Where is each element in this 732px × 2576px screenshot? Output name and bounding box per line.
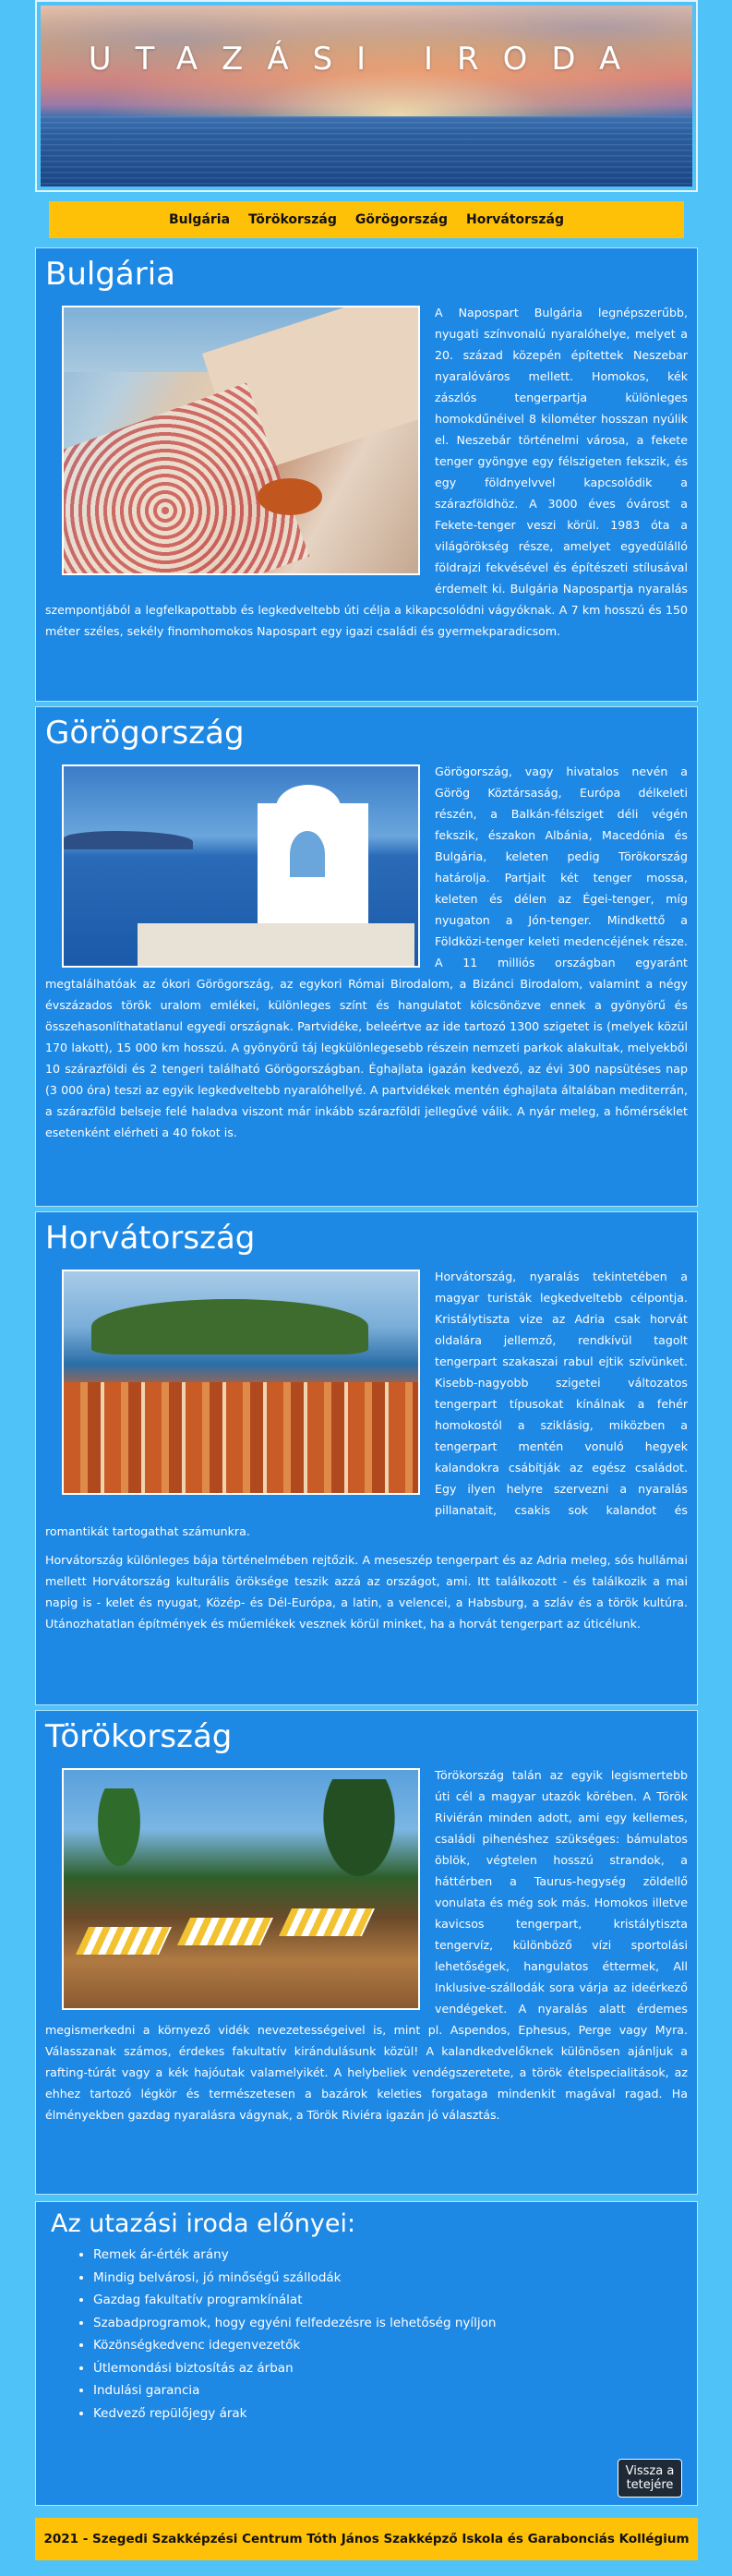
list-item: Indulási garancia [93, 2379, 682, 2402]
santorini-photo [62, 764, 420, 968]
back-to-top-button[interactable]: Vissza a tetejére [618, 2459, 682, 2498]
main-nav: Bulgária Törökország Görögország Horváto… [49, 201, 684, 238]
resort-photo [62, 1768, 420, 2010]
section-croatia: Horvátország Horvátország, nyaralás teki… [35, 1211, 698, 1705]
list-item: Mindig belvárosi, jó minőségű szállodák [93, 2267, 682, 2290]
site-title: UTAZÁSI IRODA [88, 41, 645, 78]
nav-link-croatia[interactable]: Horvátország [466, 212, 564, 227]
nav-link-greece[interactable]: Görögország [355, 212, 448, 227]
section-turkey: Törökország Törökország talán az egyik l… [35, 1710, 698, 2195]
sunset-sea-banner: UTAZÁSI IRODA [41, 6, 692, 187]
header: UTAZÁSI IRODA [35, 0, 698, 192]
list-item: Gazdag fakultatív programkínálat [93, 2289, 682, 2312]
section-title: Bulgária [45, 256, 175, 293]
benefits-list: Remek ár-érték arány Mindig belvárosi, j… [51, 2244, 682, 2425]
nav-link-bulgaria[interactable]: Bulgária [169, 212, 230, 227]
section-title: Horvátország [45, 1220, 256, 1257]
section-title: Görögország [45, 715, 245, 752]
section-bulgaria: Bulgária A Napospart Bulgária legnépszer… [35, 247, 698, 702]
dubrovnik-photo [62, 1270, 420, 1495]
footer-text: 2021 - Szegedi Szakképzési Centrum Tóth … [43, 2532, 690, 2546]
section-greece: Görögország Görögország, vagy hivatalos … [35, 706, 698, 1207]
list-item: Közönségkedvenc idegenvezetők [93, 2334, 682, 2357]
list-item: Szabadprogramok, hogy egyéni felfedezésr… [93, 2312, 682, 2335]
benefits-title: Az utazási iroda előnyei: [51, 2209, 356, 2238]
benefits-box: Az utazási iroda előnyei: Remek ár-érték… [35, 2201, 698, 2506]
section-title: Törökország [45, 1718, 233, 1755]
footer: 2021 - Szegedi Szakképzési Centrum Tóth … [35, 2518, 698, 2560]
list-item: Kedvező repülőjegy árak [93, 2402, 682, 2426]
list-item: Remek ár-érték arány [93, 2244, 682, 2267]
beach-photo [62, 306, 420, 575]
nav-link-turkey[interactable]: Törökország [248, 212, 337, 227]
section-text: Horvátország különleges bája történelméb… [45, 1553, 688, 1631]
list-item: Útlemondási biztosítás az árban [93, 2357, 682, 2380]
